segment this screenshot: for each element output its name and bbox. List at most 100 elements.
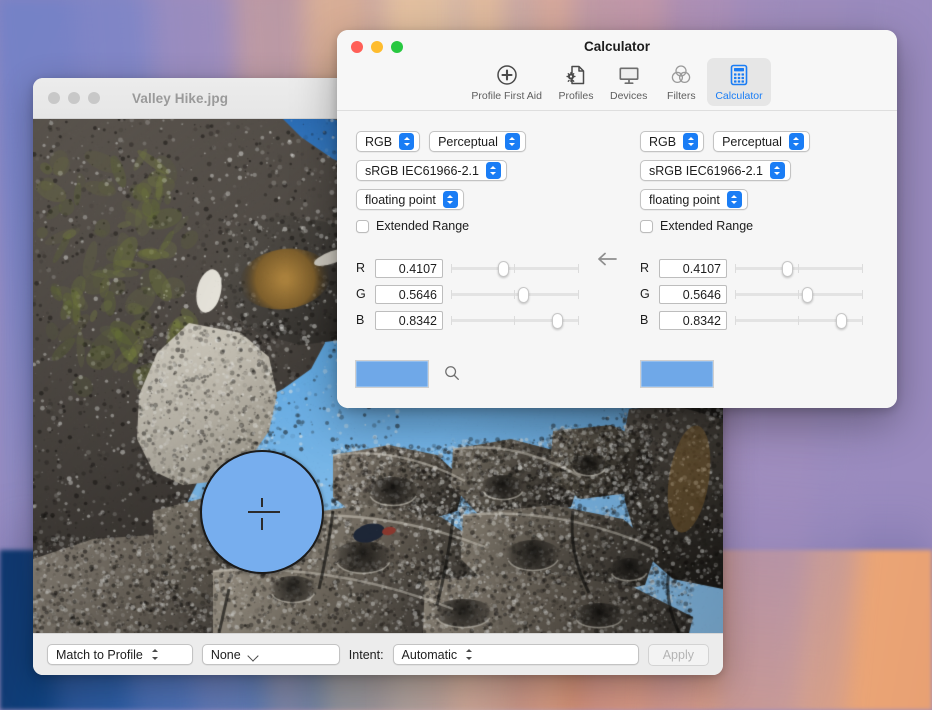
profile-popup[interactable]: None	[201, 644, 340, 665]
panel-left-mode-row: RGB Perceptual	[356, 131, 588, 152]
channel-value-field-r-left[interactable]: 0.4107	[375, 258, 443, 278]
channel-slider-r-left[interactable]	[451, 258, 579, 278]
stepper-icon[interactable]	[788, 133, 804, 150]
calculator-toolbar[interactable]: Profile First Aid Profiles Devices Filte…	[337, 58, 897, 106]
channel-slider-b-right[interactable]	[735, 310, 863, 330]
slider-tick	[735, 290, 736, 299]
slider-tick	[578, 264, 579, 273]
close-icon[interactable]	[48, 92, 60, 104]
zoom-icon[interactable]	[88, 92, 100, 104]
intent-value: Automatic	[401, 647, 458, 662]
toolbar-item-calculator[interactable]: Calculator	[707, 58, 771, 106]
monitor-icon	[619, 67, 639, 85]
calculator-window-title: Calculator	[583, 39, 651, 54]
image-traffic-lights[interactable]	[48, 92, 100, 104]
intent-popup[interactable]: Automatic	[392, 644, 639, 665]
channel-label: B	[640, 313, 649, 327]
chevron-updown-icon	[464, 646, 475, 663]
calculator-titlebar[interactable]: Calculator Profile First Aid Profiles De…	[337, 30, 897, 110]
channel-label: G	[356, 287, 366, 301]
extended-range-checkbox-left[interactable]	[356, 219, 369, 233]
stepper-icon[interactable]	[726, 191, 742, 208]
data-type-popup-right[interactable]: floating point	[640, 189, 748, 210]
image-window-bottom-bar[interactable]: Match to Profile None Intent: Automatic …	[33, 633, 723, 675]
intent-popup-right[interactable]: Perceptual	[713, 131, 810, 152]
slider-thumb[interactable]	[498, 261, 510, 277]
channel-row-g-right: G 0.5646	[640, 281, 872, 307]
channel-slider-b-left[interactable]	[451, 310, 579, 330]
channel-row-r-right: R 0.4107	[640, 255, 872, 281]
channel-value-field-r-right[interactable]: 0.4107	[659, 258, 727, 278]
slider-track	[451, 293, 579, 296]
intent-popup-left[interactable]: Perceptual	[429, 131, 526, 152]
toolbar-item-filters[interactable]: Filters	[655, 58, 707, 106]
color-swatch-left[interactable]	[355, 360, 429, 388]
slider-track	[735, 293, 863, 296]
channel-value-field-g-right[interactable]: 0.5646	[659, 284, 727, 304]
data-type-popup-left[interactable]: floating point	[356, 189, 464, 210]
channel-value-field-b-left[interactable]: 0.8342	[375, 310, 443, 330]
profile-popup-left[interactable]: sRGB IEC61966-2.1	[356, 160, 507, 181]
toolbar-item-profile-first-aid[interactable]: Profile First Aid	[463, 58, 550, 106]
loupe-crosshair-center	[256, 506, 268, 518]
calculator-body: RGB Perceptual sRGB IEC61966-2.1 floatin…	[337, 110, 897, 408]
extended-range-label: Extended Range	[376, 219, 470, 233]
channel-slider-g-right[interactable]	[735, 284, 863, 304]
channel-row-g-left: G 0.5646	[356, 281, 588, 307]
extended-range-label: Extended Range	[660, 219, 754, 233]
channel-sliders-right: R 0.4107 G 0.5646 B 0.8342	[640, 255, 872, 333]
toolbar-label: Filters	[667, 90, 696, 102]
slider-thumb[interactable]	[801, 287, 813, 303]
channel-value-field-b-right[interactable]: 0.8342	[659, 310, 727, 330]
minimize-icon[interactable]	[68, 92, 80, 104]
slider-tick	[735, 316, 736, 325]
profile-popup-right[interactable]: sRGB IEC61966-2.1	[640, 160, 791, 181]
profile-value: sRGB IEC61966-2.1	[365, 163, 479, 178]
stepper-icon[interactable]	[442, 191, 458, 208]
slider-tick	[514, 264, 515, 273]
calculator-window[interactable]: Calculator Profile First Aid Profiles De…	[337, 30, 897, 408]
stepper-icon[interactable]	[683, 133, 699, 150]
match-mode-popup[interactable]: Match to Profile	[47, 644, 193, 665]
apply-button[interactable]: Apply	[647, 643, 709, 666]
color-picker-loupe[interactable]	[200, 450, 324, 574]
channel-slider-r-right[interactable]	[735, 258, 863, 278]
color-space-value: RGB	[649, 134, 677, 149]
magnifier-icon[interactable]	[443, 364, 461, 382]
plus-circle-icon	[496, 65, 517, 85]
slider-thumb[interactable]	[517, 287, 529, 303]
slider-thumb[interactable]	[782, 261, 794, 277]
stepper-icon[interactable]	[504, 133, 520, 150]
slider-tick	[451, 290, 452, 299]
slider-thumb[interactable]	[552, 313, 564, 329]
profile-value: None	[210, 647, 241, 662]
extended-range-row-left[interactable]: Extended Range	[356, 219, 588, 233]
color-space-value: RGB	[365, 134, 393, 149]
chevron-down-icon	[248, 649, 259, 660]
slider-tick	[514, 290, 515, 299]
color-panel-right: RGB Perceptual sRGB IEC61966-2.1 floatin…	[640, 131, 872, 333]
toolbar-item-profiles[interactable]: Profiles	[550, 58, 602, 106]
color-space-popup-right[interactable]: RGB	[640, 131, 705, 152]
slider-thumb[interactable]	[836, 313, 848, 329]
toolbar-label: Profiles	[558, 90, 594, 102]
toolbar-item-devices[interactable]: Devices	[602, 58, 655, 106]
match-mode-value: Match to Profile	[56, 647, 143, 662]
extended-range-row-right[interactable]: Extended Range	[640, 219, 872, 233]
stepper-icon[interactable]	[399, 133, 415, 150]
slider-tick	[798, 316, 799, 325]
channel-row-b-left: B 0.8342	[356, 307, 588, 333]
channel-value-field-g-left[interactable]: 0.5646	[375, 284, 443, 304]
stepper-icon[interactable]	[485, 162, 501, 179]
stepper-icon[interactable]	[769, 162, 785, 179]
color-space-popup-left[interactable]: RGB	[356, 131, 421, 152]
slider-tick	[862, 264, 863, 273]
panel-right-mode-row: RGB Perceptual	[640, 131, 872, 152]
channel-slider-g-left[interactable]	[451, 284, 579, 304]
data-type-value: floating point	[365, 192, 436, 207]
toolbar-label: Calculator	[715, 90, 763, 102]
channel-label: R	[356, 261, 366, 275]
copy-left-arrow-icon[interactable]	[595, 251, 619, 267]
color-swatch-right[interactable]	[640, 360, 714, 388]
extended-range-checkbox-right[interactable]	[640, 219, 653, 233]
